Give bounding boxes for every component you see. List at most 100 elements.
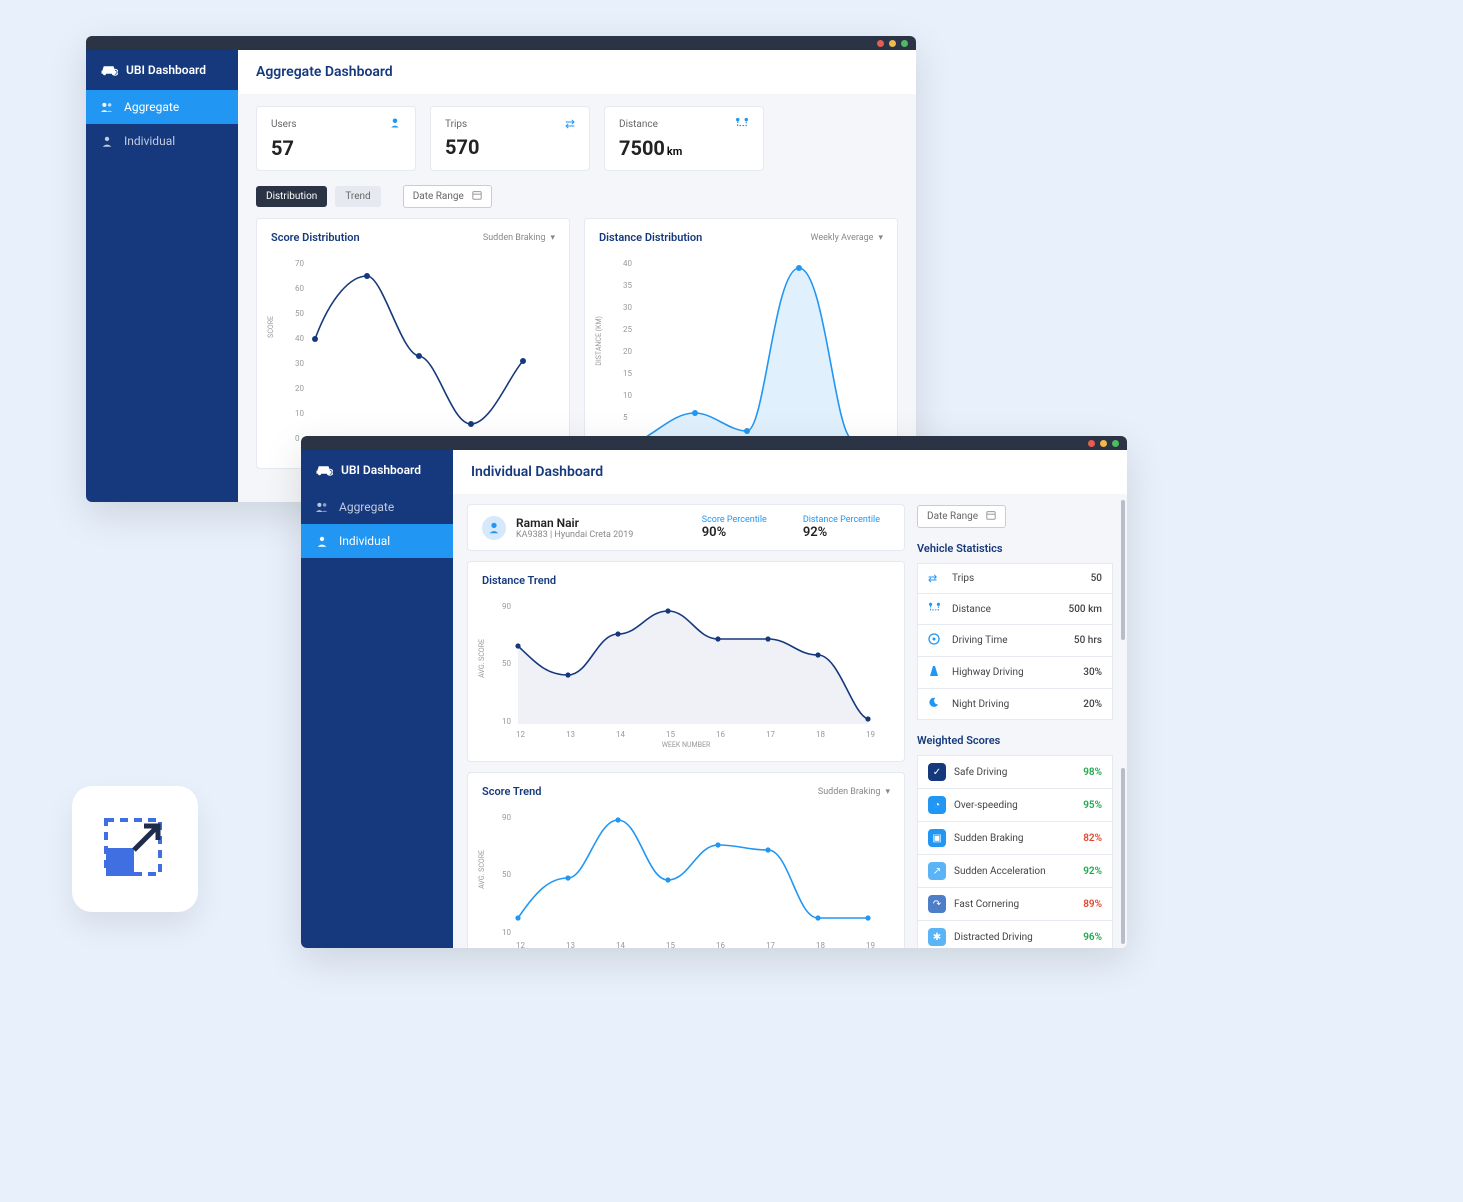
gauge-icon: ◔ (928, 796, 946, 814)
user-icon (389, 117, 401, 132)
corner-icon: ↷ (928, 895, 946, 913)
svg-text:18: 18 (816, 730, 825, 739)
stat-row-night: Night Driving20% (917, 689, 1113, 720)
score-row-overspeeding: ◔Over-speeding95% (917, 789, 1113, 822)
svg-text:19: 19 (866, 941, 875, 948)
svg-text:40: 40 (295, 334, 304, 343)
date-range-button[interactable]: Date Range (917, 505, 1006, 528)
date-range-label: Date Range (927, 511, 978, 522)
stat-label: Trips (445, 119, 467, 130)
aggregate-window: UBI Dashboard Aggregate Individual Aggre… (86, 36, 916, 502)
svg-text:12: 12 (516, 941, 525, 948)
stat-users: Users 57 (256, 106, 416, 171)
swap-icon: ⇄ (928, 572, 944, 585)
window-max-dot[interactable] (1112, 440, 1119, 447)
moon-icon (928, 697, 944, 711)
window-min-dot[interactable] (889, 40, 896, 47)
profile-meta: KA9383 | Hyundai Creta 2019 (516, 530, 633, 540)
shield-icon: ✓ (928, 763, 946, 781)
window-close-dot[interactable] (1088, 440, 1095, 447)
user-icon (100, 135, 114, 148)
svg-text:50: 50 (502, 870, 511, 879)
car-icon (100, 63, 118, 77)
score-row-safe-driving: ✓Safe Driving98% (917, 755, 1113, 789)
svg-text:13: 13 (566, 941, 575, 948)
stat-trips: Trips ⇄ 570 (430, 106, 590, 171)
date-range-label: Date Range (413, 191, 464, 202)
svg-text:16: 16 (716, 941, 725, 948)
stat-row-highway: Highway Driving30% (917, 657, 1113, 689)
svg-text:17: 17 (766, 941, 775, 948)
car-icon (315, 463, 333, 477)
date-range-button[interactable]: Date Range (403, 185, 492, 208)
brake-icon: ▣ (928, 829, 946, 847)
weighted-scores-list: ✓Safe Driving98% ◔Over-speeding95% ▣Sudd… (917, 755, 1113, 948)
chevron-down-icon: ▾ (885, 787, 890, 797)
avatar (482, 516, 506, 540)
svg-text:50: 50 (295, 309, 304, 318)
chevron-down-icon: ▾ (878, 233, 883, 243)
y-axis-label: DISTANCE (KM) (595, 316, 603, 366)
sidebar-item-individual[interactable]: Individual (86, 124, 238, 158)
tab-distribution[interactable]: Distribution (256, 186, 327, 207)
sidebar-item-aggregate[interactable]: Aggregate (86, 90, 238, 124)
svg-text:35: 35 (623, 281, 632, 290)
chart-score-distribution: Score Distribution Sudden Braking ▾ SCOR… (256, 218, 570, 469)
y-axis-label: AVG. SCORE (478, 850, 486, 889)
stat-row-trips: ⇄Trips50 (917, 563, 1113, 594)
profile-card: Raman Nair KA9383 | Hyundai Creta 2019 S… (467, 504, 905, 551)
chart-dropdown[interactable]: Weekly Average ▾ (811, 233, 884, 243)
distance-trend-chart: 905010 1213141516171819 (482, 599, 882, 739)
svg-text:30: 30 (295, 359, 304, 368)
route-icon (928, 602, 944, 616)
chart-title: Distance Distribution (599, 231, 702, 244)
window-titlebar (86, 36, 916, 50)
svg-text:15: 15 (666, 730, 675, 739)
svg-text:0: 0 (295, 434, 300, 443)
chart-title: Distance Trend (482, 574, 556, 587)
svg-text:40: 40 (623, 259, 632, 268)
window-close-dot[interactable] (877, 40, 884, 47)
stat-row-driving-time: Driving Time50 hrs (917, 625, 1113, 657)
chart-title: Score Trend (482, 785, 541, 798)
svg-text:15: 15 (623, 369, 632, 378)
score-row-fast-cornering: ↷Fast Cornering89% (917, 888, 1113, 921)
svg-text:15: 15 (666, 941, 675, 948)
window-min-dot[interactable] (1100, 440, 1107, 447)
svg-text:16: 16 (716, 730, 725, 739)
weighted-scores-title: Weighted Scores (917, 734, 1113, 747)
chart-distance-distribution: Distance Distribution Weekly Average ▾ D… (584, 218, 898, 469)
tab-trend[interactable]: Trend (335, 186, 380, 207)
scrollbar-thumb[interactable] (1121, 768, 1125, 944)
score-trend-chart: 905010 1213141516171819 (482, 810, 882, 948)
svg-text:10: 10 (502, 928, 511, 937)
window-max-dot[interactable] (901, 40, 908, 47)
sidebar-label: Individual (339, 534, 390, 548)
sidebar-label: Aggregate (339, 500, 394, 514)
phone-icon: ✱ (928, 928, 946, 946)
sidebar-item-individual[interactable]: Individual (301, 524, 453, 558)
score-percentile-value: 90% (702, 525, 767, 540)
chart-dropdown[interactable]: Sudden Braking ▾ (483, 233, 555, 243)
stat-value: 7500 (619, 136, 665, 160)
score-distribution-chart: 706050403020100 10%20%30%40%50% (271, 256, 551, 456)
vehicle-stats-title: Vehicle Statistics (917, 542, 1113, 555)
page-title: Individual Dashboard (453, 450, 1127, 494)
users-icon (315, 501, 329, 514)
svg-text:5: 5 (623, 413, 628, 422)
route-icon (735, 117, 749, 132)
sidebar-item-aggregate[interactable]: Aggregate (301, 490, 453, 524)
expand-tile-icon (72, 786, 198, 912)
swap-icon: ⇄ (565, 117, 575, 131)
user-icon (315, 535, 329, 548)
sidebar: UBI Dashboard Aggregate Individual (301, 450, 453, 948)
highway-icon (928, 665, 944, 680)
chart-dropdown[interactable]: Sudden Braking ▾ (818, 787, 890, 797)
stat-unit: km (667, 145, 682, 158)
scrollbar-thumb[interactable] (1121, 500, 1125, 640)
stat-label: Distance (619, 119, 658, 130)
chart-title: Score Distribution (271, 231, 360, 244)
users-icon (100, 101, 114, 114)
svg-text:10: 10 (623, 391, 632, 400)
svg-text:17: 17 (766, 730, 775, 739)
